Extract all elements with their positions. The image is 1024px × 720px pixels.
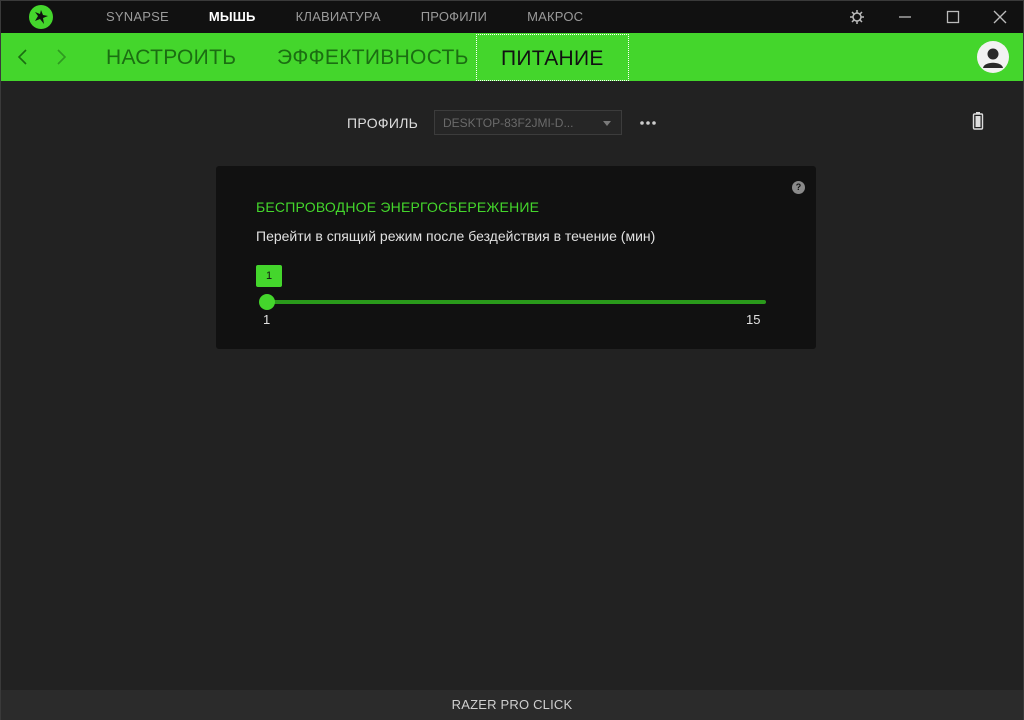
profile-label: ПРОФИЛЬ — [347, 115, 419, 131]
top-nav: SYNAPSE МЫШЬ КЛАВИАТУРА ПРОФИЛИ МАКРОС — [106, 1, 623, 33]
settings-button[interactable] — [837, 1, 877, 33]
maximize-button[interactable] — [933, 1, 973, 33]
battery-icon — [971, 111, 985, 131]
forward-button[interactable] — [49, 45, 73, 69]
more-horizontal-icon — [640, 121, 656, 125]
user-icon — [983, 48, 1003, 68]
nav-macro[interactable]: МАКРОС — [527, 1, 583, 33]
nav-mouse[interactable]: МЫШЬ — [209, 1, 256, 33]
profile-select[interactable]: DESKTOP-83F2JMI-D... — [434, 110, 622, 135]
slider-value-badge: 1 — [256, 265, 282, 287]
maximize-icon — [946, 10, 960, 24]
device-footer: RAZER PRO CLICK — [1, 690, 1023, 720]
back-button[interactable] — [11, 45, 35, 69]
slider-min-label: 1 — [263, 312, 271, 327]
title-bar: SYNAPSE МЫШЬ КЛАВИАТУРА ПРОФИЛИ МАКРОС — [1, 1, 1023, 33]
minimize-icon — [899, 16, 911, 18]
close-button[interactable] — [980, 1, 1020, 33]
slider-handle[interactable] — [259, 294, 275, 310]
power-saving-description: Перейти в спящий режим после бездействия… — [256, 228, 656, 244]
tab-power[interactable]: ПИТАНИЕ — [476, 34, 629, 81]
profile-select-value: DESKTOP-83F2JMI-D... — [443, 116, 574, 130]
user-avatar[interactable] — [977, 41, 1009, 73]
profile-more-button[interactable] — [638, 115, 658, 131]
sub-nav: НАСТРОИТЬ ЭФФЕКТИВНОСТЬ ПИТАНИЕ — [1, 33, 1023, 81]
sleep-timer-slider[interactable] — [267, 300, 766, 304]
help-icon[interactable]: ? — [792, 181, 805, 194]
razer-logo-icon[interactable] — [29, 5, 53, 29]
nav-profiles[interactable]: ПРОФИЛИ — [421, 1, 487, 33]
power-saving-title: БЕСПРОВОДНОЕ ЭНЕРГОСБЕРЕЖЕНИЕ — [256, 199, 540, 215]
tab-customize[interactable]: НАСТРОИТЬ — [106, 33, 236, 81]
gear-icon — [850, 10, 864, 24]
wireless-power-card: ? БЕСПРОВОДНОЕ ЭНЕРГОСБЕРЕЖЕНИЕ Перейти … — [216, 166, 816, 349]
chevron-left-icon — [17, 49, 27, 65]
close-icon — [993, 10, 1007, 24]
tab-performance[interactable]: ЭФФЕКТИВНОСТЬ — [277, 33, 469, 81]
chevron-down-icon — [603, 121, 611, 126]
slider-max-label: 15 — [746, 312, 761, 327]
nav-keyboard[interactable]: КЛАВИАТУРА — [296, 1, 381, 33]
chevron-right-icon — [57, 49, 67, 65]
nav-synapse[interactable]: SYNAPSE — [106, 1, 169, 33]
minimize-button[interactable] — [885, 1, 925, 33]
